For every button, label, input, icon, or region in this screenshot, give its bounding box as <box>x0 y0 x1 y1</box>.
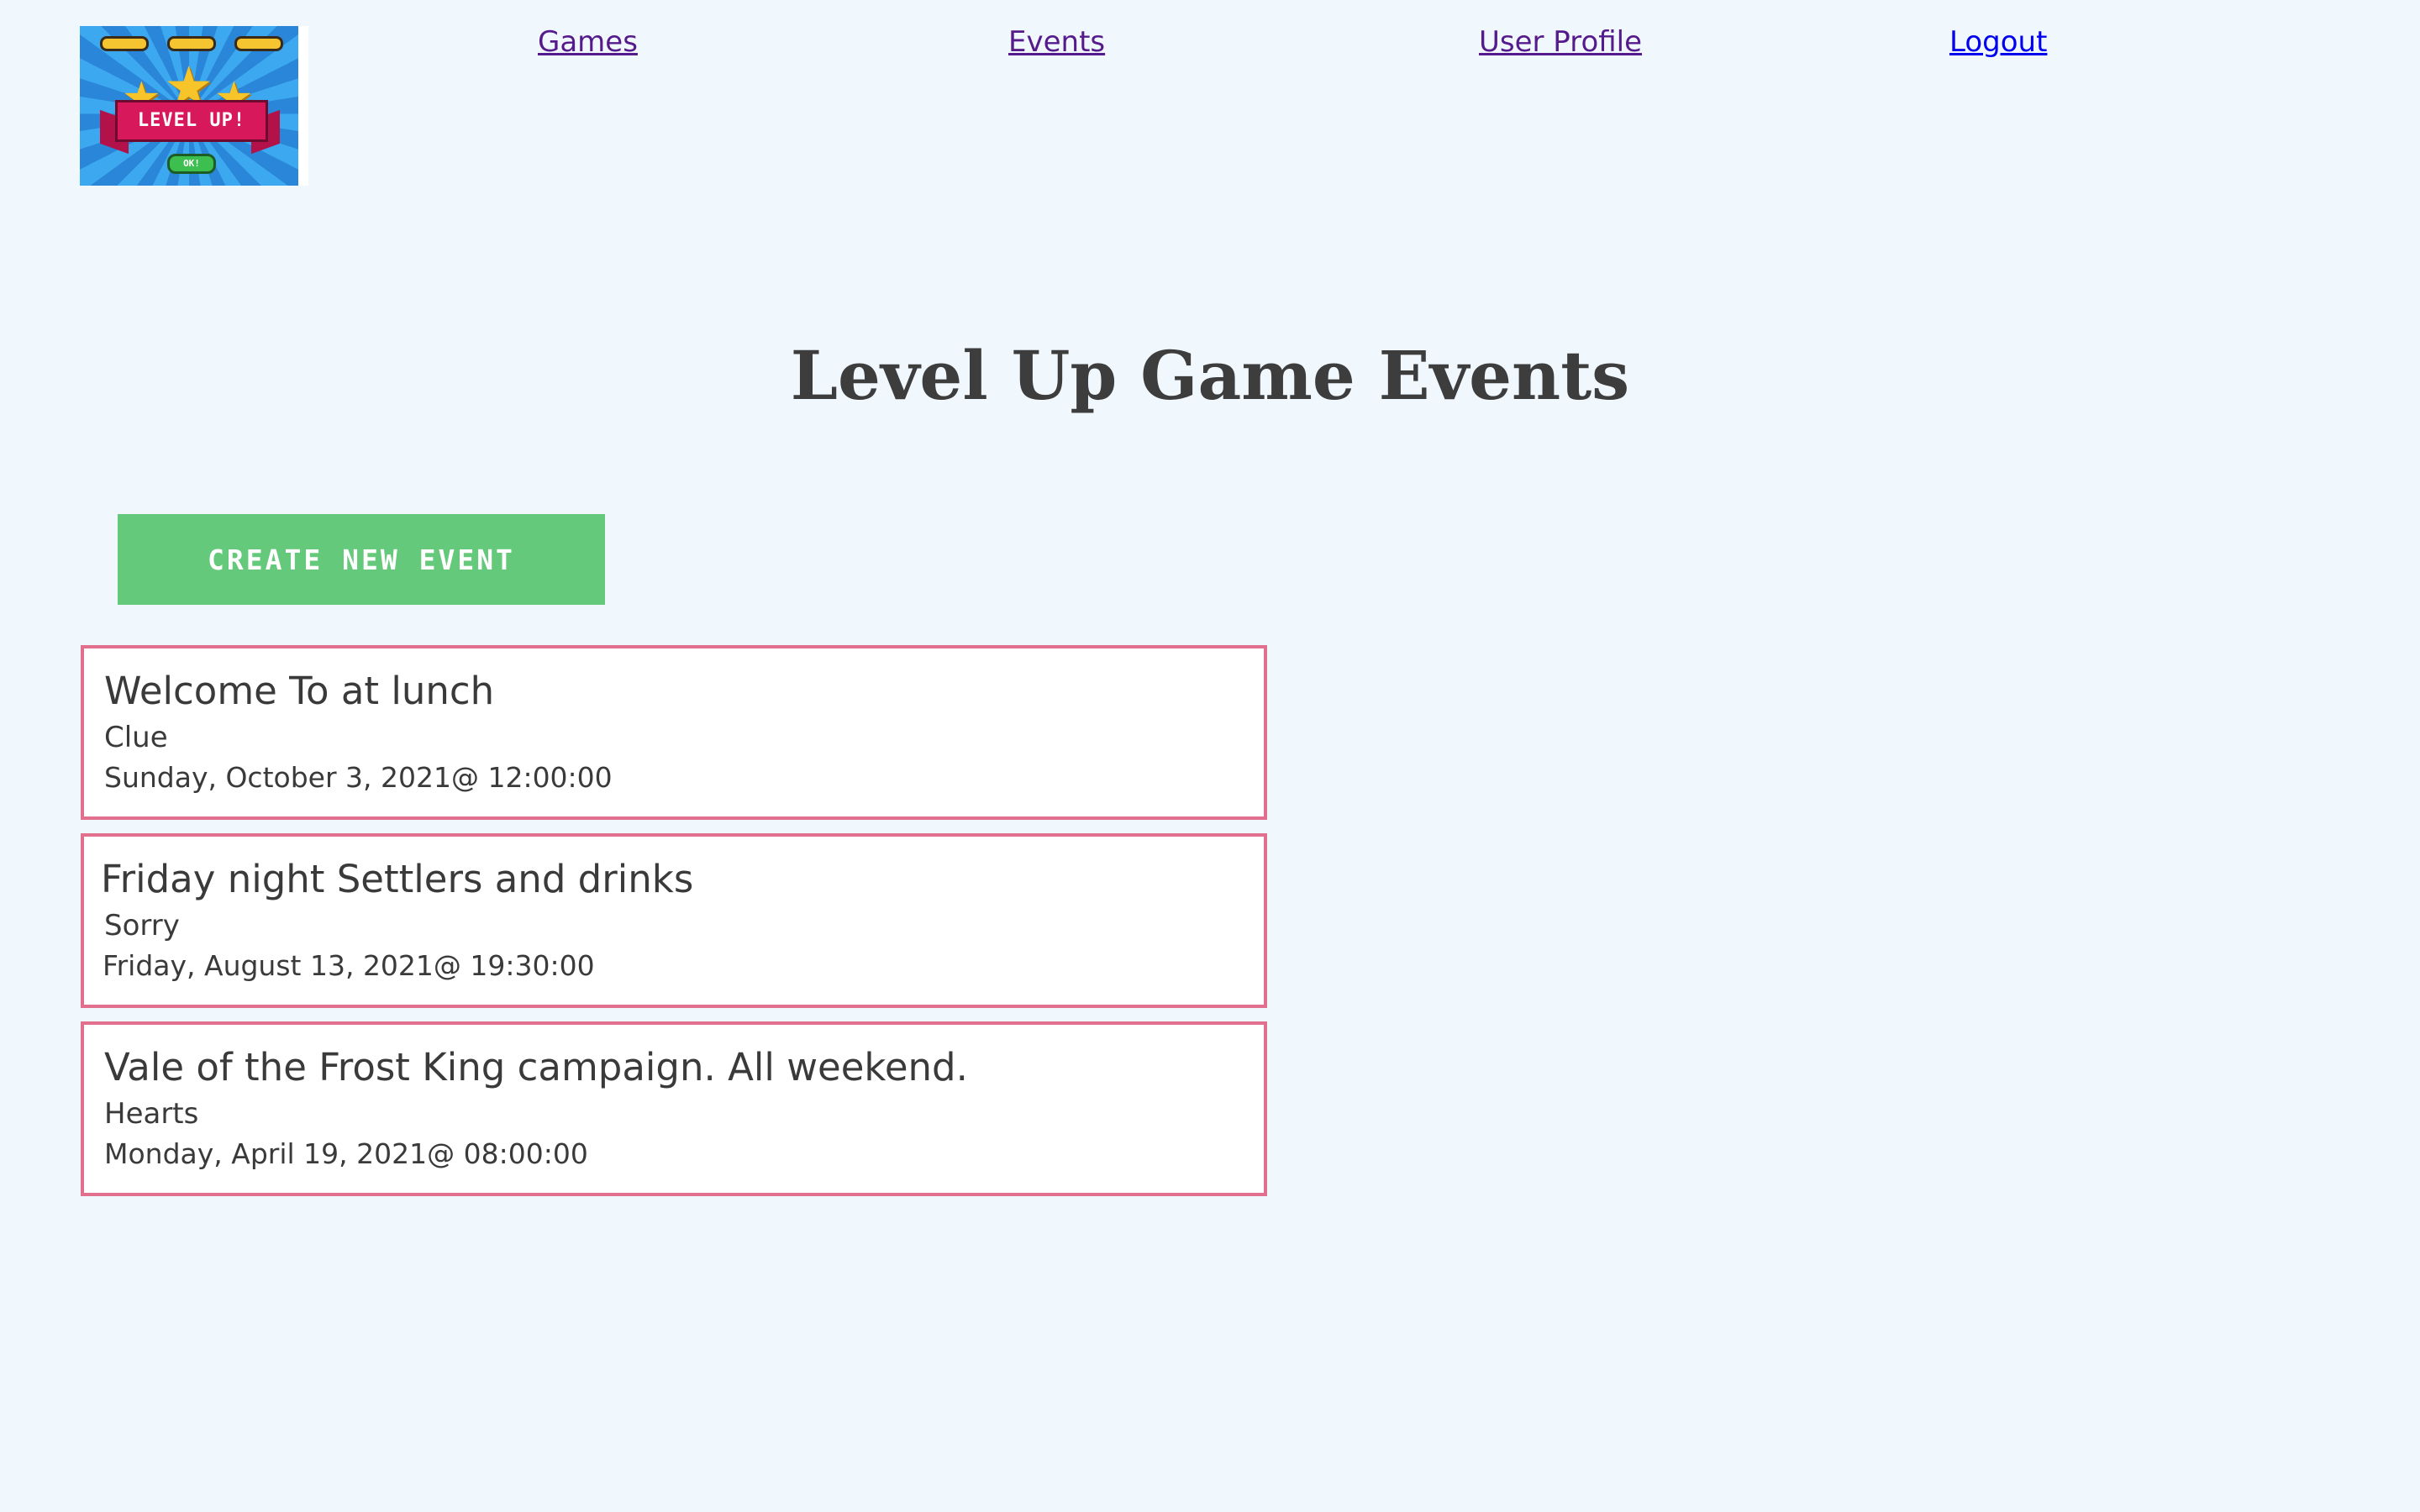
logo-ok-pill: OK! <box>167 154 216 174</box>
event-title: Welcome To at lunch <box>104 669 495 713</box>
nav-user-profile-link[interactable]: User Profile <box>1479 25 1642 59</box>
logo-ribbon: LEVEL UP! <box>115 100 268 142</box>
app-logo[interactable]: ★ ★ ★ LEVEL UP! OK! <box>80 26 308 186</box>
event-card[interactable]: Vale of the Frost King campaign. All wee… <box>81 1021 1267 1196</box>
event-game: Hearts <box>104 1097 199 1131</box>
logo-health-bar <box>100 36 149 51</box>
event-card[interactable]: Welcome To at lunch Clue Sunday, October… <box>81 645 1267 820</box>
create-new-event-button[interactable]: CREATE NEW EVENT <box>118 514 605 605</box>
logo-mana-bar <box>167 36 216 51</box>
event-datetime: Friday, August 13, 2021@ 19:30:00 <box>103 949 595 982</box>
nav-games-link[interactable]: Games <box>538 25 638 59</box>
event-game: Sorry <box>104 909 180 942</box>
page-title: Level Up Game Events <box>790 336 1630 415</box>
nav-logout-link[interactable]: Logout <box>1949 25 2047 59</box>
event-card[interactable]: Friday night Settlers and drinks Sorry F… <box>81 833 1267 1008</box>
event-game: Clue <box>104 721 168 754</box>
event-title: Friday night Settlers and drinks <box>101 857 694 901</box>
event-title: Vale of the Frost King campaign. All wee… <box>104 1045 968 1089</box>
nav-events-link[interactable]: Events <box>1008 25 1105 59</box>
logo-xp-bar <box>234 36 283 51</box>
event-datetime: Monday, April 19, 2021@ 08:00:00 <box>104 1137 588 1170</box>
event-datetime: Sunday, October 3, 2021@ 12:00:00 <box>104 761 613 794</box>
logo-image: ★ ★ ★ LEVEL UP! OK! <box>80 26 298 186</box>
